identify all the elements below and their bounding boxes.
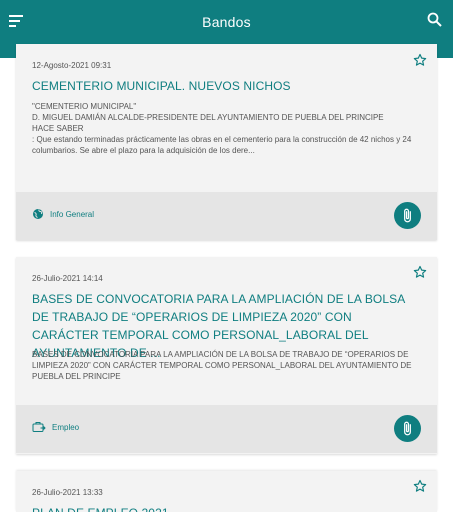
- card-title[interactable]: CEMENTERIO MUNICIPAL. NUEVOS NICHOS: [32, 77, 417, 95]
- briefcase-icon: [32, 422, 46, 432]
- card-text: BASES DE CONVOCATORIA PARA LA AMPLIACIÓN…: [32, 350, 412, 381]
- bando-card[interactable]: 12-Agosto-2021 09:31 CEMENTERIO MUNICIPA…: [16, 44, 437, 240]
- category-chip[interactable]: Info General: [32, 208, 94, 220]
- page-title: Bandos: [202, 14, 251, 30]
- bando-card[interactable]: 26-Julio-2021 14:14 BASES DE CONVOCATORI…: [16, 257, 437, 454]
- star-icon[interactable]: [413, 265, 427, 279]
- search-icon[interactable]: [426, 11, 444, 29]
- bando-card[interactable]: 26-Julio-2021 13:33 PLAN DE EMPLEO 2021: [16, 471, 437, 512]
- attachment-button[interactable]: [394, 202, 421, 229]
- card-date: 26-Julio-2021 14:14: [32, 274, 103, 283]
- menu-icon[interactable]: [8, 12, 26, 30]
- paperclip-icon: [404, 208, 411, 223]
- category-label: Empleo: [52, 422, 80, 432]
- attachment-button[interactable]: [394, 415, 421, 442]
- app-bar: Bandos: [0, 0, 453, 44]
- category-label: Info General: [50, 209, 95, 219]
- category-chip[interactable]: Empleo: [32, 421, 79, 433]
- star-icon[interactable]: [413, 479, 427, 493]
- card-footer: Info General: [16, 192, 437, 240]
- card-date: 12-Agosto-2021 09:31: [32, 61, 112, 70]
- card-date: 26-Julio-2021 13:33: [32, 488, 103, 497]
- card-footer: Empleo: [16, 405, 437, 453]
- globe-icon: [33, 209, 43, 219]
- card-text: "CEMENTERIO MUNICIPAL" D. MIGUEL DAMIÁN …: [32, 102, 412, 155]
- card-title[interactable]: PLAN DE EMPLEO 2021: [32, 504, 417, 512]
- paperclip-icon: [404, 421, 411, 436]
- star-icon[interactable]: [413, 53, 427, 67]
